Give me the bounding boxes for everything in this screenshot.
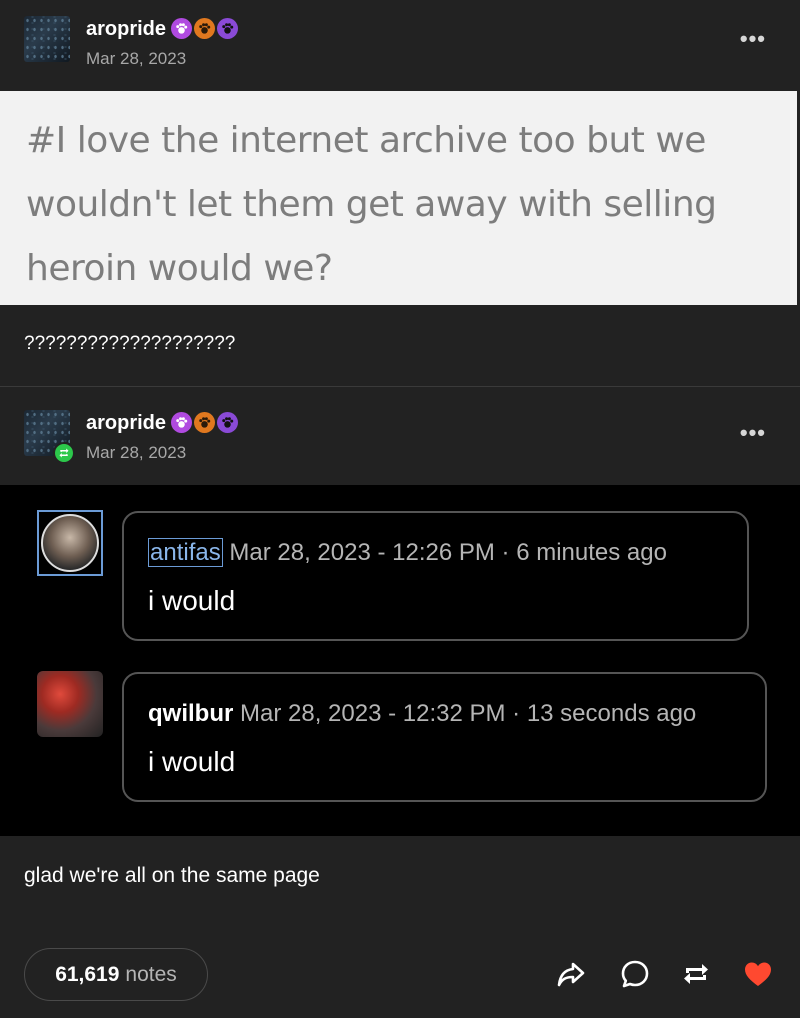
- paw-badge-icon: [194, 18, 215, 39]
- chat-separator: ·: [505, 700, 527, 727]
- quoted-screenshot-image: #I love the internet archive too but we …: [0, 91, 797, 305]
- chat-relative-time: 13 seconds ago: [526, 700, 697, 727]
- share-icon[interactable]: [553, 956, 589, 992]
- paw-badge-icon: [171, 412, 192, 433]
- chat-text: i would: [148, 585, 236, 616]
- post-date: Mar 28, 2023: [86, 443, 187, 462]
- chat-avatar: [37, 510, 103, 576]
- post-body-text: ????????????????????: [24, 333, 236, 354]
- badges: [171, 412, 238, 433]
- chat-avatar: [37, 671, 103, 737]
- chat-meta: antifas Mar 28, 2023 - 12:26 PM · 6 minu…: [148, 538, 667, 567]
- reply-icon[interactable]: [617, 956, 653, 992]
- chat-relative-time: 6 minutes ago: [516, 539, 667, 566]
- paw-badge-icon: [171, 18, 192, 39]
- reblog-badge-icon: [53, 442, 75, 464]
- chat-author: antifas: [148, 538, 223, 567]
- blog-name[interactable]: aropride: [86, 18, 166, 41]
- post-date: Mar 28, 2023: [86, 49, 187, 68]
- reblog-divider: [0, 386, 800, 387]
- post-caption: glad we're all on the same page: [24, 864, 320, 887]
- notes-button[interactable]: 61,619 notes: [24, 948, 208, 1001]
- chat-message: qwilbur Mar 28, 2023 - 12:32 PM · 13 sec…: [122, 672, 767, 802]
- blog-avatar[interactable]: [24, 16, 70, 62]
- post-header-1: aropride Mar 28, 2023 •••: [0, 0, 800, 90]
- chat-timestamp: Mar 28, 2023 - 12:26 PM: [229, 539, 495, 566]
- chat-meta: qwilbur Mar 28, 2023 - 12:32 PM · 13 sec…: [148, 700, 696, 728]
- paw-badge-icon: [194, 412, 215, 433]
- notes-label: notes: [125, 962, 177, 986]
- reblog-icon[interactable]: [678, 956, 714, 992]
- paw-badge-icon: [217, 412, 238, 433]
- more-dots-icon[interactable]: •••: [740, 420, 766, 446]
- chat-separator: ·: [494, 539, 517, 566]
- blog-name[interactable]: aropride: [86, 412, 166, 435]
- chat-author: qwilbur: [148, 700, 234, 727]
- quoted-text: #I love the internet archive too but we …: [26, 120, 717, 289]
- chat-screenshot-image: antifas Mar 28, 2023 - 12:26 PM · 6 minu…: [0, 485, 800, 836]
- chat-message: antifas Mar 28, 2023 - 12:26 PM · 6 minu…: [122, 511, 749, 641]
- heart-icon[interactable]: [740, 956, 776, 992]
- paw-badge-icon: [217, 18, 238, 39]
- chat-text: i would: [148, 746, 236, 777]
- badges: [171, 18, 238, 39]
- post-header-2: aropride Mar 28, 2023 •••: [0, 394, 800, 484]
- more-dots-icon[interactable]: •••: [740, 26, 766, 52]
- chat-timestamp: Mar 28, 2023 - 12:32 PM: [240, 700, 506, 727]
- notes-count: 61,619: [55, 962, 120, 986]
